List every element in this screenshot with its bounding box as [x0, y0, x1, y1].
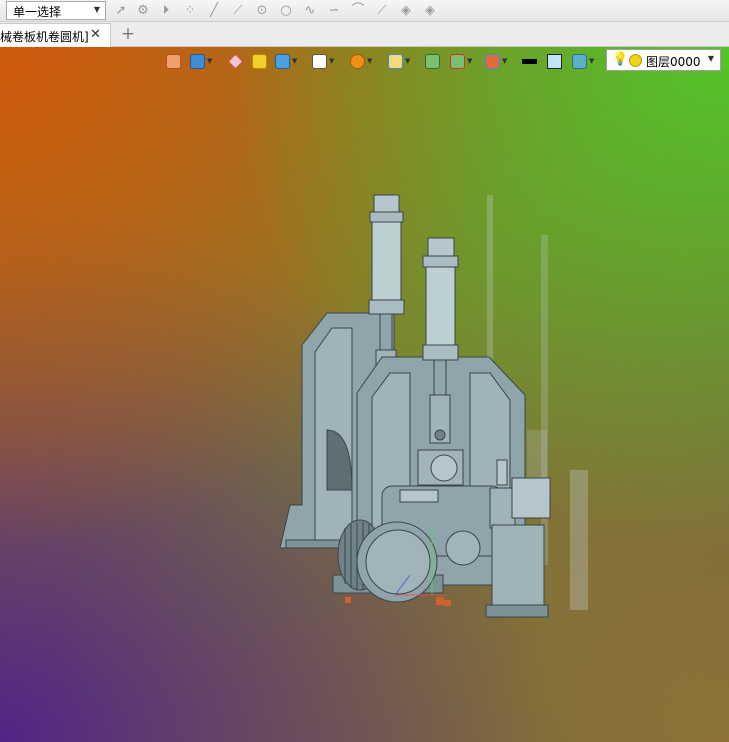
spline-icon[interactable]: ∿: [301, 2, 319, 20]
edit-line-icon[interactable]: ⟋: [373, 2, 391, 20]
document-tab-title: 械卷板机卷圆机]: [0, 30, 89, 44]
selection-mode-dropdown[interactable]: 单一选择 ▼: [6, 1, 106, 20]
play-icon[interactable]: ⏵: [157, 2, 175, 20]
machine-model[interactable]: [0, 47, 729, 742]
layer-stack-icon[interactable]: ◈: [421, 2, 439, 20]
cube-icon[interactable]: ▼: [275, 51, 297, 71]
document-tab-bar: 械卷板机卷圆机] ✕: [0, 22, 729, 47]
selection-mode-value: 单一选择: [13, 5, 62, 19]
dropdown-arrow-icon: ▼: [707, 54, 714, 63]
layer-stack-icon[interactable]: ◈: [397, 2, 415, 20]
zoom-icon[interactable]: ▼: [388, 51, 410, 71]
main-toolbar: 单一选择 ▼ ➚ ⚙ ⏵ ⁘ ╱ ⟋ ⊙ ○ ∿ ∽ ⌒ ⟋ ◈ ◈: [0, 0, 729, 22]
layer-display-icon[interactable]: ▼: [572, 51, 594, 71]
document-tab[interactable]: 械卷板机卷圆机] ✕: [0, 23, 111, 47]
point-icon[interactable]: ⁘: [181, 2, 199, 20]
close-icon[interactable]: ✕: [90, 27, 101, 42]
pointer-icon[interactable]: ➚: [112, 2, 130, 20]
line-icon[interactable]: ⟋: [229, 2, 247, 20]
line-icon[interactable]: ╱: [205, 2, 223, 20]
section-icon[interactable]: ▼: [450, 51, 472, 71]
exit-view-icon[interactable]: [166, 51, 181, 71]
view-cube-icon[interactable]: ▼: [312, 51, 334, 71]
assembly-icon[interactable]: ▼: [485, 51, 507, 71]
add-tab-icon[interactable]: +: [120, 25, 136, 43]
circle-icon[interactable]: ○: [277, 2, 295, 20]
circle-point-icon[interactable]: ⊙: [253, 2, 271, 20]
box-solid-icon[interactable]: [252, 51, 267, 71]
select-filter-icon[interactable]: ⚙: [134, 2, 152, 20]
layer-dropdown[interactable]: 💡 图层0000 ▼: [606, 49, 721, 71]
lightbulb-icon[interactable]: 💡: [612, 52, 628, 67]
dropdown-arrow-icon: ▼: [93, 5, 100, 14]
color-wheel-icon[interactable]: ▼: [350, 51, 372, 71]
fill-color-swatch[interactable]: [547, 51, 562, 71]
layer-color-icon: [629, 54, 642, 67]
wave-icon[interactable]: ∽: [325, 2, 343, 20]
arc-icon[interactable]: ⌒: [349, 2, 367, 20]
image-icon[interactable]: [425, 51, 440, 71]
line-color-swatch[interactable]: [522, 51, 537, 71]
render-mode-icon[interactable]: ▼: [190, 51, 212, 71]
view-toolbar: ▼ ▼ ▼ ▼ ▼ ▼ ▼ ▼: [162, 51, 602, 71]
pencil-icon[interactable]: [228, 51, 243, 71]
layer-name: 图层0000: [646, 55, 701, 69]
3d-viewport[interactable]: [0, 47, 729, 742]
